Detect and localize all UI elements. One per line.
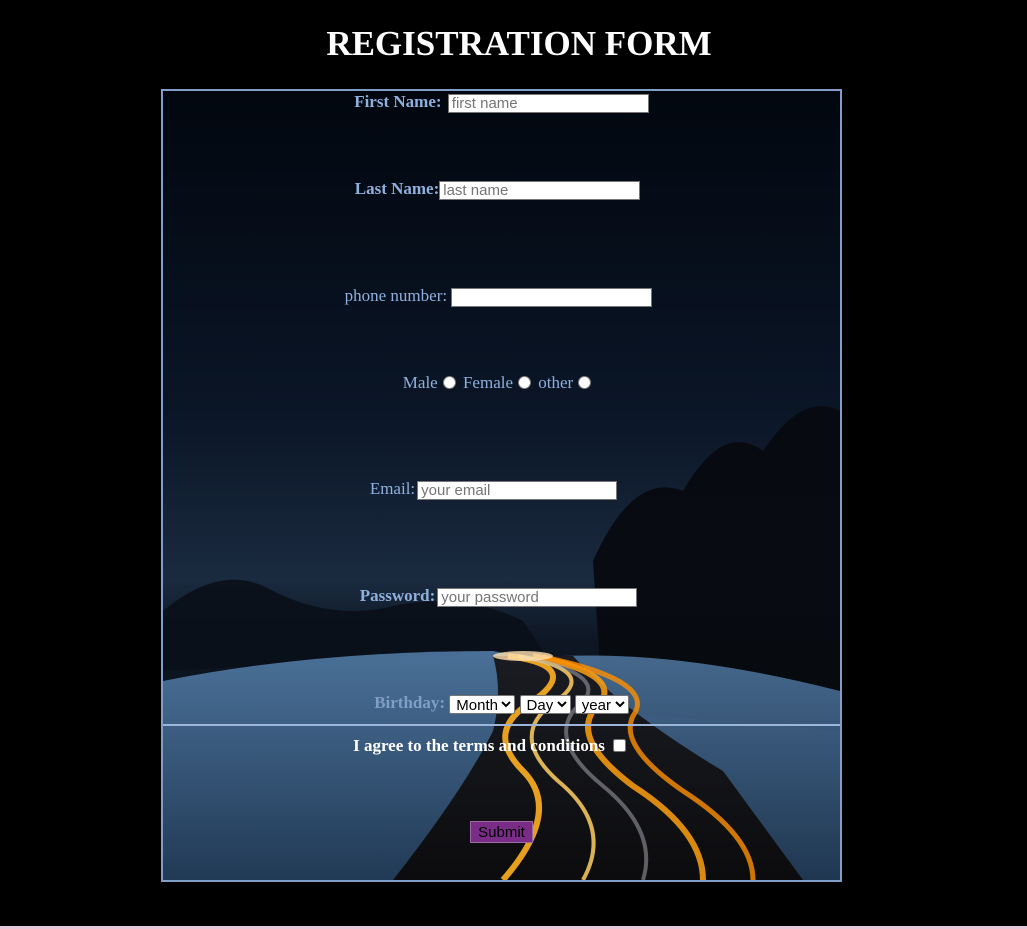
email-input[interactable]: [417, 480, 618, 500]
gender-female-label: Female: [462, 373, 514, 392]
submit-button[interactable]: Submit: [470, 821, 533, 843]
phone-label: phone number:: [344, 286, 448, 305]
phone-row: phone number:: [163, 286, 837, 307]
last-name-row: Last Name:: [163, 179, 836, 200]
form-divider: [163, 724, 840, 726]
birthday-year-select[interactable]: year: [574, 694, 629, 714]
gender-female-radio[interactable]: [518, 376, 532, 390]
terms-label: I agree to the terms and conditions: [353, 736, 605, 755]
page: REGISTRATION FORM First Name: first name…: [0, 0, 1027, 929]
terms-row: I agree to the terms and conditions: [163, 736, 828, 756]
gender-other-label: other: [538, 373, 574, 392]
terms-checkbox[interactable]: [612, 738, 626, 752]
last-name-input[interactable]: [439, 180, 641, 200]
first-name-input[interactable]: [447, 93, 649, 113]
birthday-row: Birthday: Month Day year: [163, 693, 840, 714]
registration-form: First Name: Last Name: phone number: Mal…: [161, 89, 842, 882]
gender-other-radio[interactable]: [578, 376, 592, 390]
gender-male-label: Male: [402, 373, 438, 392]
password-input[interactable]: [437, 587, 638, 607]
password-row: Password:: [163, 586, 837, 607]
phone-input[interactable]: [451, 287, 653, 307]
birthday-day-select[interactable]: Day: [519, 694, 571, 714]
email-row: Email:: [163, 479, 832, 500]
birthday-label: Birthday:: [374, 693, 446, 712]
submit-row: Submit: [163, 821, 840, 843]
gender-row: Male Female other: [163, 373, 837, 393]
first-name-label: First Name:: [354, 92, 442, 111]
birthday-month-select[interactable]: Month: [449, 694, 516, 714]
first-name-row: First Name:: [163, 92, 840, 113]
gender-male-radio[interactable]: [442, 376, 456, 390]
last-name-label: Last Name:: [354, 179, 440, 198]
page-title: REGISTRATION FORM: [326, 24, 712, 63]
email-label: Email:: [369, 479, 416, 498]
password-label: Password:: [359, 586, 436, 605]
